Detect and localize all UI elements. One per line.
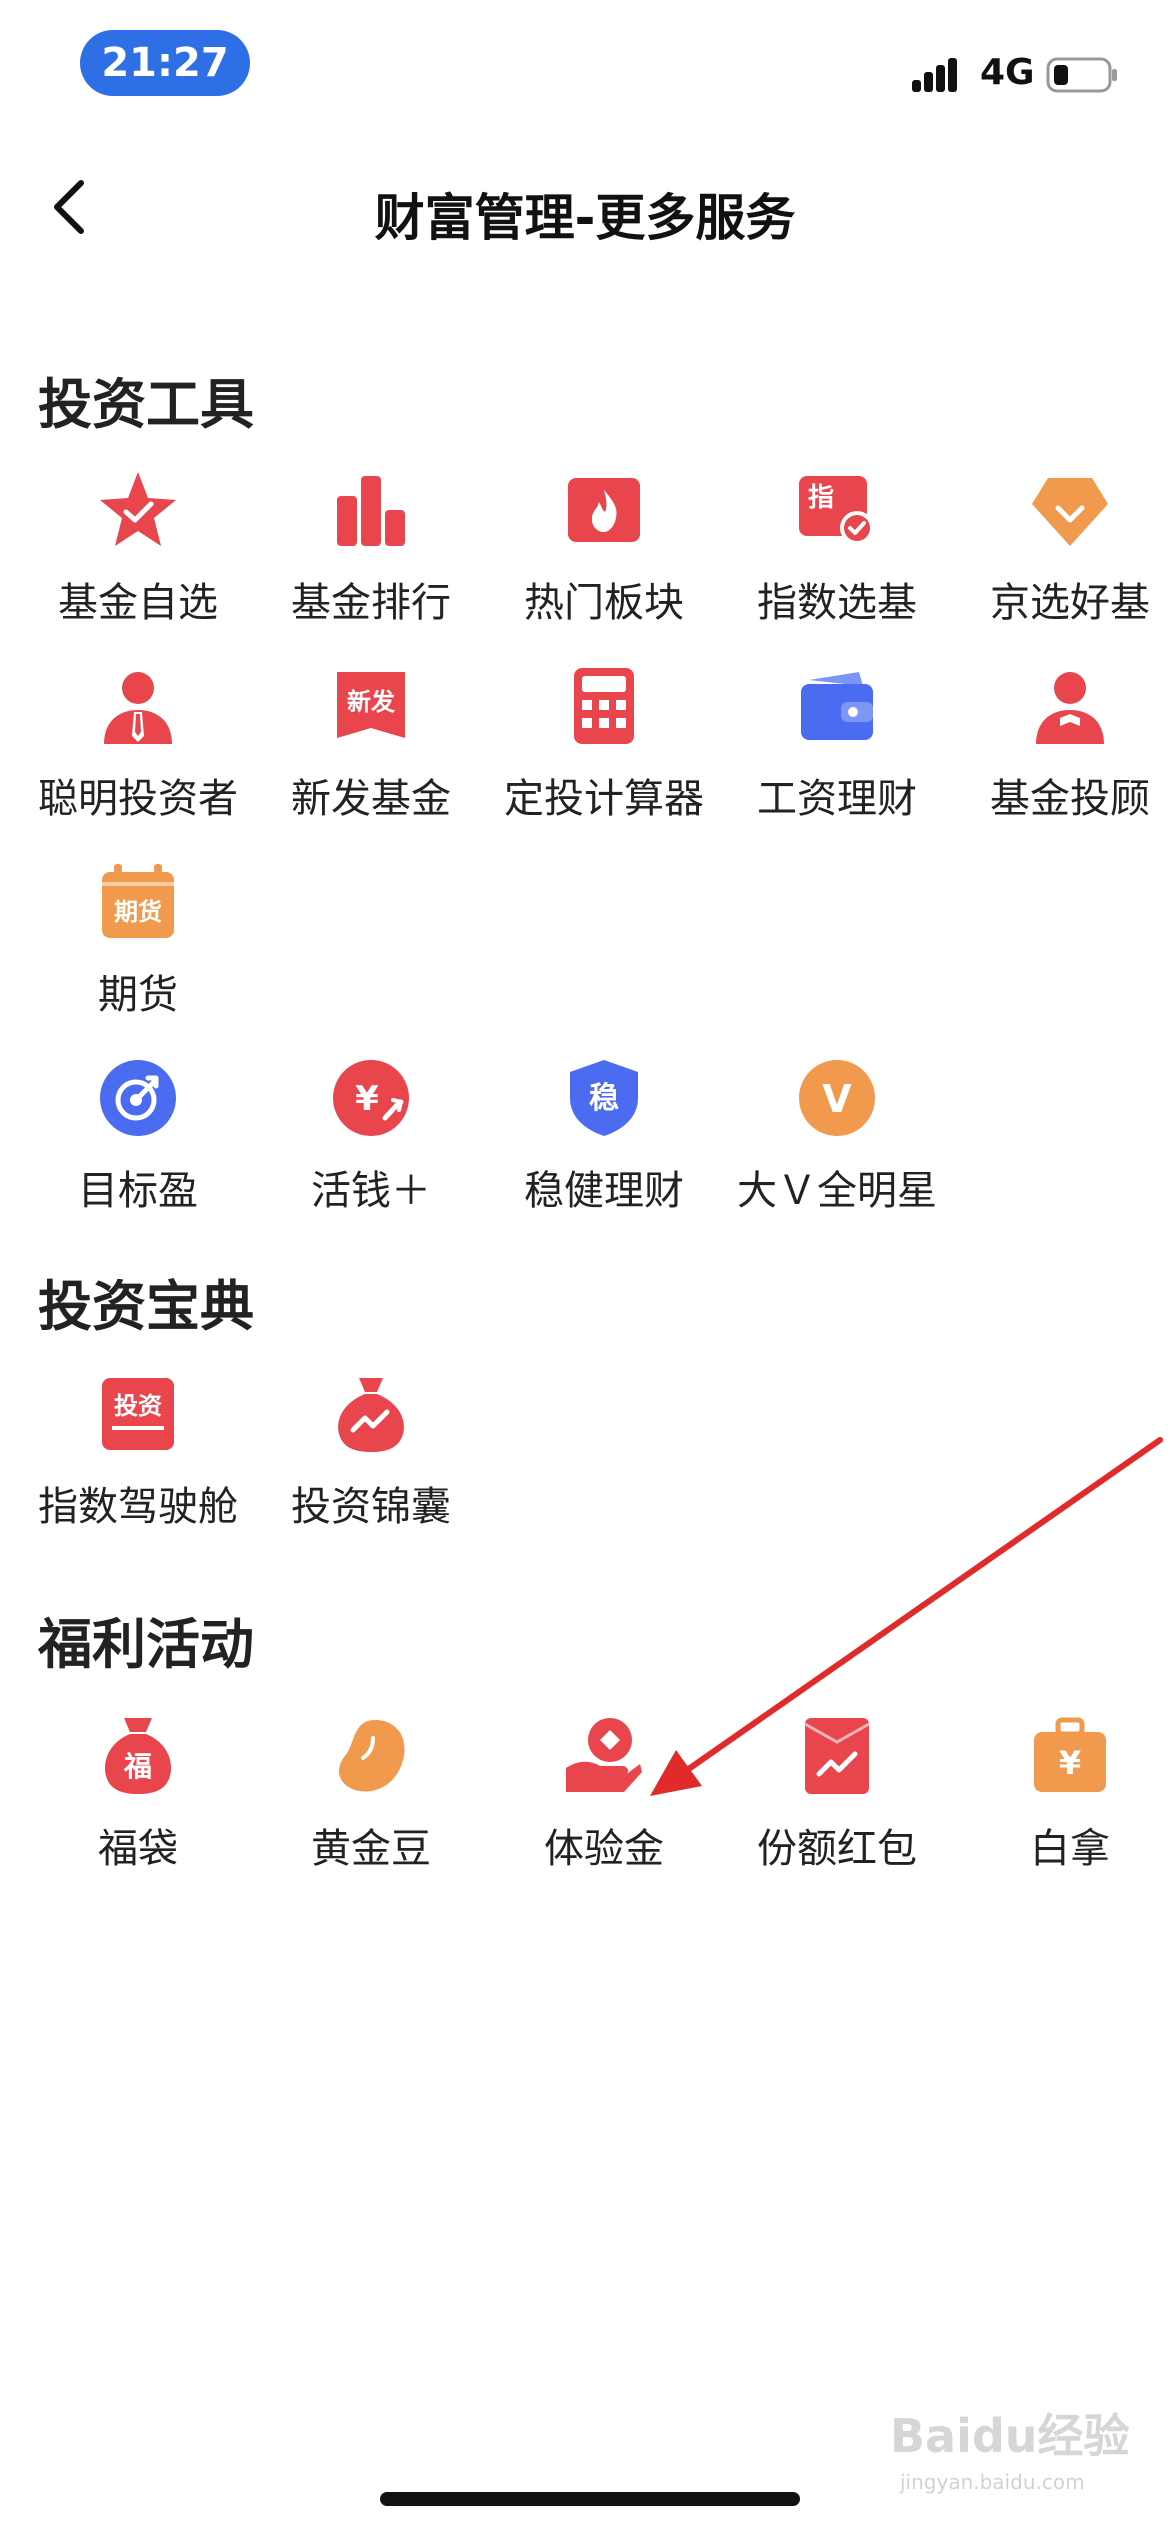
advisor-person-icon: [1036, 672, 1104, 744]
tile-label: 期货: [98, 972, 178, 1018]
tile-label: 热门板块: [524, 580, 684, 626]
tile-label: 黄金豆: [311, 1826, 431, 1872]
tile-label: 新发基金: [291, 776, 451, 822]
target-icon: [100, 1060, 176, 1136]
futures-icon-text: 期货: [114, 898, 162, 926]
tile-index-cockpit[interactable]: 投资 指数驾驶舱: [24, 1374, 252, 1564]
status-time: 21:27: [80, 30, 250, 96]
tile-label: 指数驾驶舱: [38, 1484, 238, 1530]
gem-check-icon: [1032, 478, 1108, 546]
tile-label: 基金投顾: [990, 776, 1150, 822]
battery-icon: [1046, 57, 1117, 93]
baidu-watermark: Baidu经验: [890, 2409, 1130, 2463]
tile-hot-sectors[interactable]: 热门板块: [490, 470, 718, 660]
tile-label: 目标盈: [78, 1168, 198, 1214]
tile-label: 基金排行: [291, 580, 451, 626]
flame-icon: [568, 478, 640, 542]
new-icon-text: 新发: [347, 688, 395, 716]
tile-label: 工资理财: [757, 776, 917, 822]
tile-big-v-allstars[interactable]: V 大Ｖ全明星: [723, 1058, 951, 1248]
network-label: 4G: [980, 52, 1035, 93]
tile-label: 份额红包: [757, 1826, 917, 1872]
home-indicator: [380, 2492, 800, 2506]
v-circle-icon: V: [799, 1060, 875, 1136]
tile-new-funds[interactable]: 新发 新发基金: [257, 666, 485, 856]
tile-label: 体验金: [544, 1826, 664, 1872]
signal-icon: [912, 58, 957, 92]
tile-label: 稳健理财: [524, 1168, 684, 1214]
section-title-guides: 投资宝典: [38, 1275, 254, 1338]
invest-book-icon: 投资: [102, 1378, 174, 1450]
tile-label: 聪明投资者: [38, 776, 238, 822]
v-icon-text: V: [822, 1077, 852, 1121]
tile-label: 京选好基: [990, 580, 1150, 626]
invest-icon-text: 投资: [114, 1392, 162, 1420]
tile-golden-bean[interactable]: 黄金豆: [257, 1716, 485, 1906]
tile-smart-investor[interactable]: 聪明投资者: [24, 666, 252, 856]
tile-label: 大Ｖ全明星: [737, 1168, 937, 1214]
tile-flexible-money[interactable]: ¥ 活钱＋: [257, 1058, 485, 1248]
tile-investment-tips[interactable]: 投资锦囊: [257, 1374, 485, 1564]
tile-label: 基金自选: [58, 580, 218, 626]
calculator-icon: [574, 668, 634, 744]
tile-sip-calculator[interactable]: 定投计算器: [490, 666, 718, 856]
tile-label: 白拿: [1030, 1826, 1110, 1872]
golden-bean-icon: [339, 1720, 405, 1792]
tile-label: 福袋: [98, 1826, 178, 1872]
new-badge-icon: 新发: [337, 672, 405, 738]
tile-lucky-bag[interactable]: 福 福袋: [24, 1716, 252, 1906]
tile-label: 定投计算器: [504, 776, 704, 822]
money-bag-icon: [338, 1378, 404, 1452]
tile-label: 指数选基: [757, 580, 917, 626]
index-check-icon: 指: [799, 476, 874, 545]
tile-jd-good-fund[interactable]: 京选好基: [956, 470, 1170, 660]
tile-stable-finance[interactable]: 稳 稳健理财: [490, 1058, 718, 1248]
section-title-tools: 投资工具: [38, 373, 254, 436]
lucky-bag-icon: 福: [105, 1718, 171, 1794]
nav-bar: 财富管理-更多服务: [0, 150, 1170, 270]
section-title-benefits: 福利活动: [38, 1613, 254, 1676]
tile-label: 投资锦囊: [291, 1484, 451, 1530]
tile-fund-advisor[interactable]: 基金投顾: [956, 666, 1170, 856]
baidu-watermark-url: jingyan.baidu.com: [900, 2470, 1085, 2494]
futures-calendar-icon: 期货: [102, 864, 174, 938]
tile-fund-ranking[interactable]: 基金排行: [257, 470, 485, 660]
tile-fund-watchlist[interactable]: 基金自选: [24, 470, 252, 660]
tile-target-profit[interactable]: 目标盈: [24, 1058, 252, 1248]
tile-label: 活钱＋: [311, 1168, 431, 1214]
red-arrow-annotation: [650, 1437, 1163, 1796]
wallet-icon: [801, 672, 873, 740]
shield-stable-icon: 稳: [570, 1060, 638, 1136]
bar-chart-icon: [337, 476, 405, 546]
star-check-icon: [100, 472, 176, 546]
tile-salary-finance[interactable]: 工资理财: [723, 666, 951, 856]
page-title: 财富管理-更多服务: [374, 189, 796, 247]
stable-icon-text: 稳: [589, 1081, 619, 1116]
tile-index-fund[interactable]: 指 指数选基: [723, 470, 951, 660]
yuan-icon-text: ¥: [355, 1079, 379, 1119]
index-icon-text: 指: [808, 483, 834, 513]
status-bar: 21:27 4G: [0, 0, 1170, 120]
fu-icon-text: 福: [123, 1750, 152, 1783]
tile-futures[interactable]: 期货 期货: [24, 862, 252, 1052]
investor-person-icon: [104, 672, 172, 744]
yuan-circle-icon: ¥: [333, 1060, 409, 1136]
